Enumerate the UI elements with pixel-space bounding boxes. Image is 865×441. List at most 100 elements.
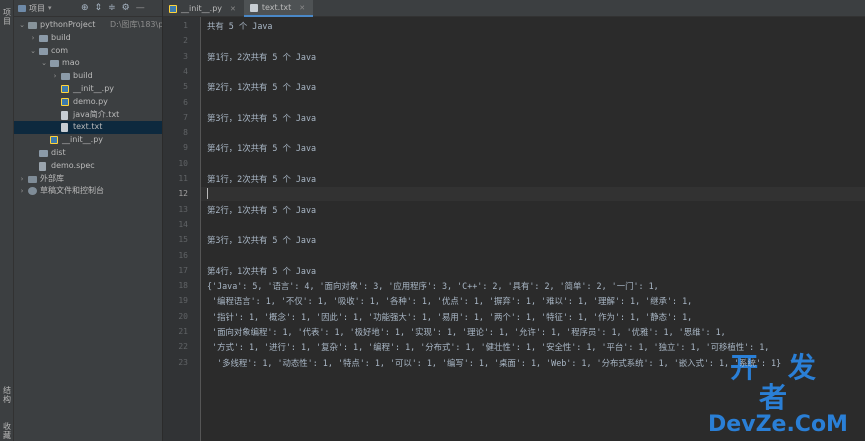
line-number: 20: [178, 311, 188, 321]
chevron-right-icon[interactable]: ›: [51, 70, 59, 83]
line-number: 7: [183, 112, 188, 122]
project-view-icon: [18, 4, 26, 12]
tree-item[interactable]: ⌄ mao: [14, 57, 162, 70]
line-number: 10: [178, 158, 188, 168]
tree-item-label: mao: [62, 58, 80, 68]
editor-tab-bar: __init__.py ✕ text.txt ✕: [163, 0, 865, 17]
current-line-highlight: [201, 187, 865, 202]
code-line: 第4行，1次共有 5 个 Java: [207, 143, 317, 154]
line-number: 22: [178, 342, 188, 352]
folder-icon: [61, 73, 70, 81]
scratch-icon: [28, 187, 37, 196]
tree-item[interactable]: ⌄ pythonProject D:\图库\183\pyth: [14, 19, 162, 32]
line-number: 5: [183, 82, 188, 92]
tree-item[interactable]: __init__.py: [14, 83, 162, 96]
gear-icon[interactable]: ⚙: [122, 3, 130, 13]
editor-tab-label: __init__.py: [181, 4, 223, 13]
editor-tab[interactable]: text.txt ✕: [243, 0, 314, 17]
chevron-down-icon[interactable]: ⌄: [29, 45, 37, 58]
line-number: 18: [178, 281, 188, 291]
close-icon[interactable]: ✕: [299, 4, 305, 12]
tree-item-label: build: [73, 71, 93, 81]
line-number: 8: [183, 128, 188, 138]
library-icon: [28, 175, 37, 183]
editor-tab[interactable]: __init__.py ✕: [163, 0, 244, 17]
locate-icon[interactable]: ⊕: [81, 3, 89, 13]
project-view-label: 项目: [29, 3, 45, 13]
favorites-tool-tab[interactable]: 收藏: [2, 422, 12, 440]
chevron-down-icon[interactable]: ⌄: [18, 19, 26, 32]
code-line: 第4行，1次共有 5 个 Java: [207, 265, 317, 276]
folder-icon: [50, 60, 59, 68]
chevron-down-icon[interactable]: ⌄: [40, 57, 48, 70]
code-line: 第2行，1次共有 5 个 Java: [207, 204, 317, 215]
tree-item-label: demo.spec: [51, 160, 95, 170]
hide-panel-icon[interactable]: —: [136, 3, 145, 13]
close-icon[interactable]: ✕: [230, 5, 236, 13]
text-caret: [207, 188, 208, 200]
code-line: '指针': 1, '概念': 1, '因此': 1, '功能强大': 1, '易…: [207, 311, 693, 322]
project-tool-tab[interactable]: 项目: [2, 8, 12, 26]
line-number: 2: [183, 36, 188, 46]
tree-item[interactable]: demo.spec: [14, 160, 162, 173]
structure-tool-tab[interactable]: 结构: [2, 386, 12, 404]
line-number: 19: [178, 296, 188, 306]
code-line: '方式': 1, '进行': 1, '复杂': 1, '编程': 1, '分布式…: [207, 342, 770, 353]
tree-item[interactable]: › build: [14, 70, 162, 83]
tree-item[interactable]: › 草稿文件和控制台: [14, 185, 162, 198]
chevron-right-icon[interactable]: ›: [18, 185, 26, 198]
code-line: '面向对象编程': 1, '代表': 1, '极好地': 1, '实现': 1,…: [207, 327, 726, 337]
line-number: 9: [183, 143, 188, 153]
tree-item[interactable]: java简介.txt: [14, 109, 162, 122]
line-number: 14: [178, 219, 188, 229]
tree-item[interactable]: __init__.py: [14, 134, 162, 147]
chevron-down-icon: ▾: [48, 4, 52, 12]
left-tool-strip: 项目 结构 收藏: [0, 0, 14, 441]
line-number: 3: [183, 51, 188, 61]
text-file-icon: [61, 110, 68, 120]
code-line: '多线程': 1, '动态性': 1, '特点': 1, '可以': 1, '编…: [207, 357, 782, 368]
tree-item-label: build: [51, 32, 71, 42]
tree-item[interactable]: demo.py: [14, 96, 162, 109]
line-number: 4: [183, 66, 188, 76]
line-number: 21: [178, 327, 188, 336]
text-editor[interactable]: 开 发 者 DevZe.CoM 共有 5 个 Java 第1行，2次共有 5 个 …: [201, 17, 865, 441]
structure-tool-tab-label: 结构: [3, 386, 11, 404]
expand-all-icon[interactable]: ≑: [108, 3, 116, 13]
tree-item[interactable]: ⌄ com: [14, 45, 162, 58]
tree-item[interactable]: dist: [14, 147, 162, 160]
tree-item[interactable]: › build: [14, 32, 162, 45]
folder-icon: [39, 47, 48, 55]
python-file-icon: [61, 97, 69, 106]
code-line: {'Java': 5, '语言': 4, '面向对象': 3, '应用程序': …: [207, 281, 659, 292]
tree-item-label: __init__.py: [73, 83, 115, 93]
code-line: '编程语言': 1, '不仅': 1, '吸收': 1, '各种': 1, '优…: [207, 296, 693, 307]
line-number: 1: [183, 21, 188, 30]
project-panel: 项目 ▾ ⊕ ⇕ ≑ ⚙ — ⌄ pythonProject D:\图库\183\p…: [14, 0, 163, 441]
project-path: D:\图库\183\pyth: [110, 20, 163, 29]
folder-icon: [39, 34, 48, 42]
tree-item-label: 外部库: [40, 173, 64, 183]
chevron-right-icon[interactable]: ›: [18, 173, 26, 186]
line-number-gutter: 1 2 3 4 5 6 7 8 9 10 11 12 13 14 15 16 17 18 19 20 21 22 23: [163, 17, 201, 441]
collapse-all-icon[interactable]: ⇕: [95, 3, 103, 13]
project-tool-tab-label: 项目: [3, 8, 11, 26]
project-toolbar: 项目 ▾ ⊕ ⇕ ≑ ⚙ —: [14, 0, 162, 17]
tree-item-label: 草稿文件和控制台: [40, 186, 104, 196]
favorites-tool-tab-label: 收藏: [3, 422, 11, 440]
project-view-selector[interactable]: 项目 ▾: [18, 3, 75, 14]
line-number: 16: [178, 250, 188, 260]
python-file-icon: [50, 136, 58, 145]
python-file-icon: [61, 84, 69, 93]
chevron-right-icon[interactable]: ›: [29, 32, 37, 45]
code-line: 第2行，1次共有 5 个 Java: [207, 82, 317, 93]
tree-item[interactable]: › 外部库: [14, 173, 162, 186]
watermark-line2: DevZe.CoM: [708, 412, 848, 437]
project-folder-icon: [28, 22, 37, 29]
line-number: 6: [183, 97, 188, 107]
code-line: 第3行，1次共有 5 个 Java: [207, 235, 317, 246]
project-tree: ⌄pythonProjectD:\图库\183\pyth›build⌄com⌄m…: [14, 19, 162, 198]
tree-item-label: demo.py: [73, 96, 108, 106]
line-number: 11: [178, 174, 188, 183]
tree-item[interactable]: text.txt: [14, 121, 162, 135]
